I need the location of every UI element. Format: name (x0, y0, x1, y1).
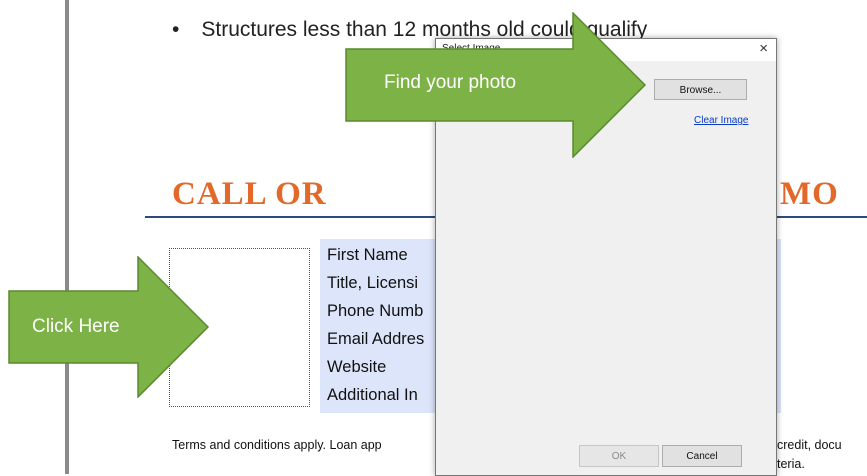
field-website[interactable]: Website (327, 358, 386, 377)
terms-text: Terms and conditions apply. Loan app (172, 438, 382, 452)
field-phone[interactable]: Phone Numb (327, 302, 423, 321)
browse-button[interactable]: Browse... (654, 79, 747, 100)
terms-text-right-1: credit, docu (777, 438, 842, 452)
clear-image-link[interactable]: Clear Image (694, 115, 748, 126)
ok-button[interactable]: OK (579, 445, 659, 467)
find-photo-callout-label: Find your photo (384, 72, 517, 93)
banner-heading-right: MO (780, 176, 839, 212)
field-email[interactable]: Email Addres (327, 330, 424, 349)
page-margin-rule (65, 0, 69, 474)
field-additional-info[interactable]: Additional In (327, 386, 418, 405)
banner-heading-left: CALL OR (172, 176, 327, 212)
bullet-dot: • (172, 18, 180, 41)
cancel-button[interactable]: Cancel (662, 445, 742, 467)
click-here-callout-label: Click Here (32, 316, 120, 337)
terms-text-right-2: teria. (777, 457, 805, 471)
field-title-license[interactable]: Title, Licensi (327, 274, 418, 293)
close-icon[interactable]: × (759, 40, 768, 57)
field-first-name[interactable]: First Name (327, 246, 408, 265)
